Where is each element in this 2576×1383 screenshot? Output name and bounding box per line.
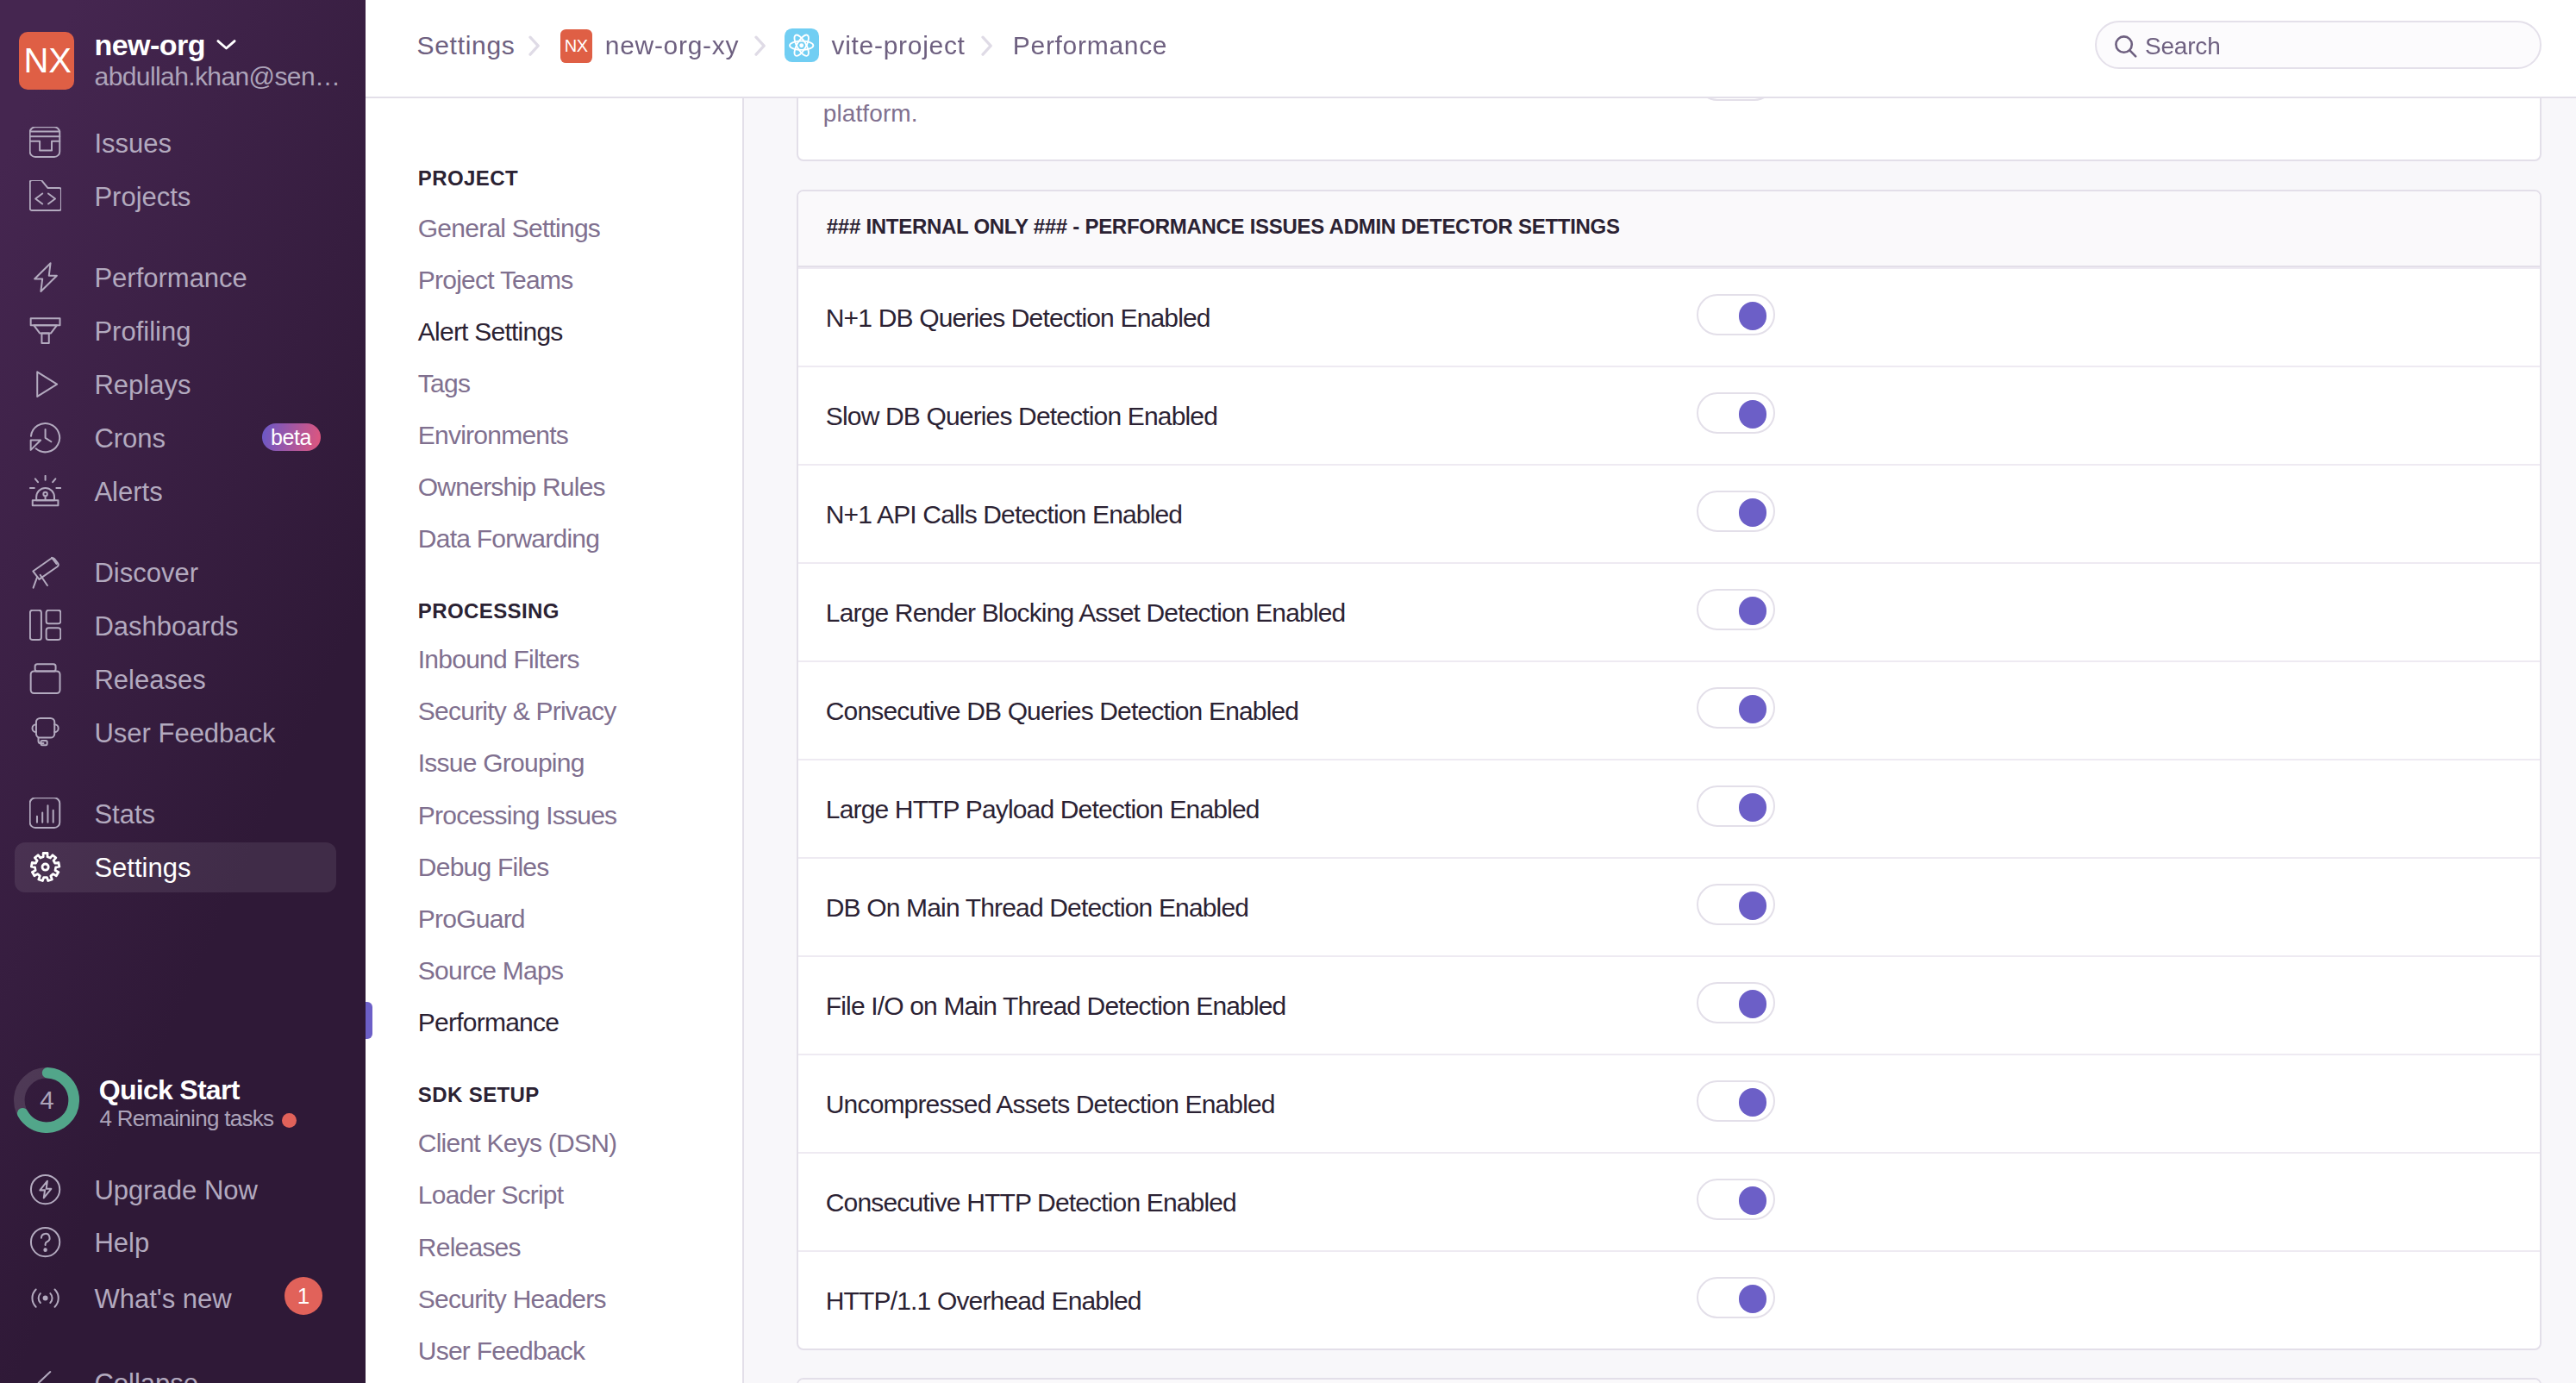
svg-text:4: 4 [40,1086,53,1114]
